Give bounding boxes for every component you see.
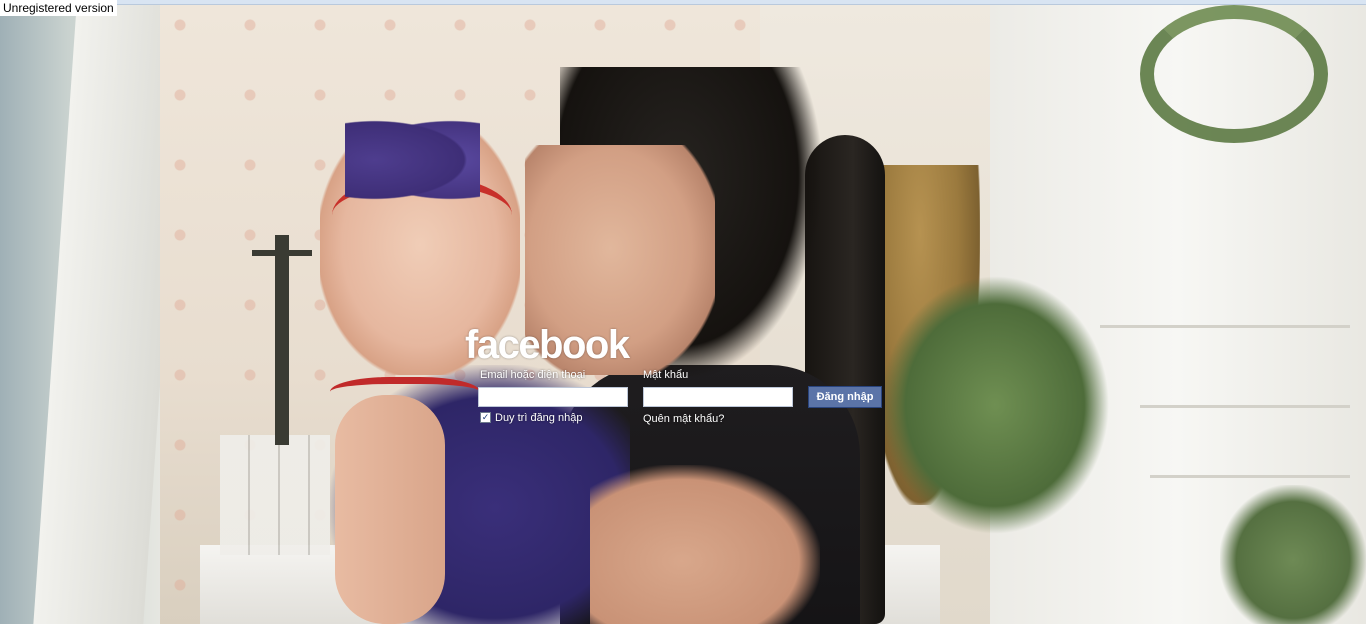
background-panel-line xyxy=(1150,475,1350,478)
baby-arm xyxy=(335,395,445,624)
keep-logged-in-label[interactable]: Duy trì đăng nhập xyxy=(495,412,582,424)
background-photo xyxy=(0,5,1366,624)
baby-bow xyxy=(345,115,480,205)
baby-strap xyxy=(330,377,480,414)
background-stand xyxy=(275,235,289,445)
background-stand-arm xyxy=(252,250,312,256)
forgot-password-link[interactable]: Quên mật khẩu? xyxy=(643,413,724,425)
background-plant xyxy=(880,275,1110,535)
unregistered-watermark: Unregistered version xyxy=(0,0,117,16)
password-field[interactable] xyxy=(643,387,793,407)
background-panel-line xyxy=(1100,325,1350,328)
background-plant-small xyxy=(1220,485,1366,624)
background-panel-line xyxy=(1140,405,1350,408)
email-field[interactable] xyxy=(478,387,628,407)
background-wreath xyxy=(1140,5,1328,143)
facebook-logo: facebook xyxy=(465,323,630,367)
woman-arm xyxy=(590,465,820,624)
keep-logged-in-checkbox[interactable]: ✓ xyxy=(480,412,491,423)
background-photo-frames xyxy=(220,435,330,555)
checkmark-icon: ✓ xyxy=(481,412,490,422)
password-label: Mật khẩu xyxy=(643,369,689,381)
login-button[interactable]: Đăng nhập xyxy=(808,386,882,408)
email-label: Email hoặc điện thoại xyxy=(480,369,586,381)
